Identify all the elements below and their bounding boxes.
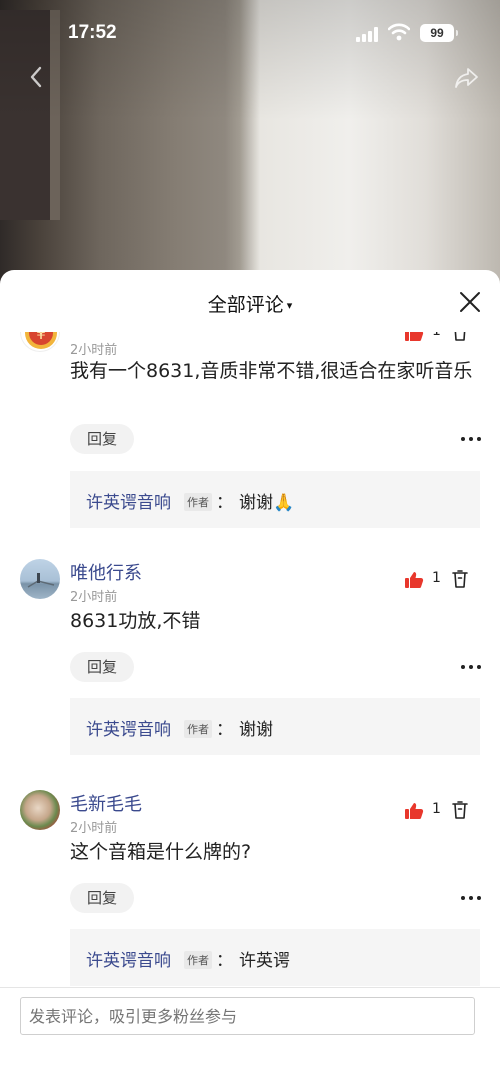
avatar[interactable] (20, 559, 60, 599)
comment-username[interactable]: 唯他行系 (70, 559, 142, 585)
trash-icon[interactable] (452, 801, 468, 819)
comment-text: 这个音箱是什么牌的? (70, 841, 252, 863)
comment-item: 毛新毛毛 2小时前 1 这个音箱是什么牌的? 回复 许英谔音响 作者 ： 许英谔 (0, 790, 500, 987)
chevron-left-icon[interactable] (26, 64, 46, 90)
reply-author-name[interactable]: 许英谔音响 (86, 946, 171, 971)
share-arrow-icon[interactable] (454, 66, 480, 90)
reply-author-name[interactable]: 许英谔音响 (86, 488, 171, 513)
comment-list[interactable]: ¥ 2小时前 1 我有一个8631,音质非常不错,很适合在家听音乐 回复 (0, 332, 500, 987)
author-reply: 许英谔音响 作者 ： 许英谔 (70, 929, 480, 986)
more-dots-icon[interactable] (461, 896, 483, 902)
svg-text:¥: ¥ (36, 332, 46, 343)
status-time: 17:52 (68, 22, 117, 43)
trash-icon[interactable] (452, 332, 468, 341)
comment-time: 2小时前 (70, 821, 118, 836)
reply-text: 许英谔 (239, 951, 290, 971)
more-dots-icon[interactable] (461, 665, 483, 671)
signal-icon (356, 27, 378, 42)
sheet-title-label: 全部评论 (207, 294, 284, 316)
author-reply: 许英谔音响 作者 ： 谢谢🙏 (70, 471, 480, 528)
reply-button[interactable]: 回复 (70, 652, 134, 682)
author-badge: 作者 (184, 951, 212, 969)
comment-input[interactable] (20, 997, 475, 1035)
thumbs-up-icon[interactable] (404, 571, 424, 589)
author-reply: 许英谔音响 作者 ： 谢谢 (70, 698, 480, 755)
comment-username[interactable]: 毛新毛毛 (70, 790, 142, 816)
comment-input-bar (0, 987, 500, 1083)
more-dots-icon[interactable] (461, 437, 483, 443)
trash-icon[interactable] (452, 570, 468, 588)
comment-sheet: 全部评论 ▾ ¥ 2小时前 我有一个8631,音质非常不错,很适合在家听音乐 回… (0, 270, 500, 1083)
reply-text: 谢谢 (239, 720, 273, 740)
like-count: 1 (432, 332, 441, 339)
close-icon[interactable] (458, 290, 482, 314)
like-count: 1 (432, 801, 441, 817)
sheet-title[interactable]: 全部评论 ▾ (0, 290, 500, 317)
reply-author-name[interactable]: 许英谔音响 (86, 715, 171, 740)
comment-text: 8631功放,不错 (70, 610, 201, 632)
author-badge: 作者 (184, 720, 212, 738)
status-bar: 17:52 99 (0, 0, 500, 68)
reply-colon: ： (216, 493, 233, 513)
caret-down-icon: ▾ (286, 299, 293, 312)
comment-text: 我有一个8631,音质非常不错,很适合在家听音乐 (70, 360, 473, 382)
thumbs-up-icon[interactable] (404, 332, 424, 342)
author-badge: 作者 (184, 493, 212, 511)
reply-colon: ： (216, 951, 233, 971)
avatar[interactable]: ¥ (20, 332, 60, 352)
reply-button[interactable]: 回复 (70, 883, 134, 913)
reply-text: 谢谢🙏 (239, 493, 295, 513)
sheet-header: 全部评论 ▾ (0, 270, 500, 332)
reply-button[interactable]: 回复 (70, 424, 134, 454)
wifi-icon (388, 23, 410, 41)
reply-colon: ： (216, 720, 233, 740)
coin-avatar-icon: ¥ (25, 332, 57, 349)
thumbs-up-icon[interactable] (404, 802, 424, 820)
comment-item: ¥ 2小时前 1 我有一个8631,音质非常不错,很适合在家听音乐 回复 (0, 332, 500, 559)
comment-item: 唯他行系 2小时前 1 8631功放,不错 回复 许英谔音响 作者 ： 谢谢 (0, 559, 500, 790)
battery-indicator: 99 (420, 24, 458, 42)
avatar[interactable] (20, 790, 60, 830)
comment-time: 2小时前 (70, 590, 118, 605)
like-count: 1 (432, 570, 441, 586)
avatar-image (27, 573, 55, 588)
